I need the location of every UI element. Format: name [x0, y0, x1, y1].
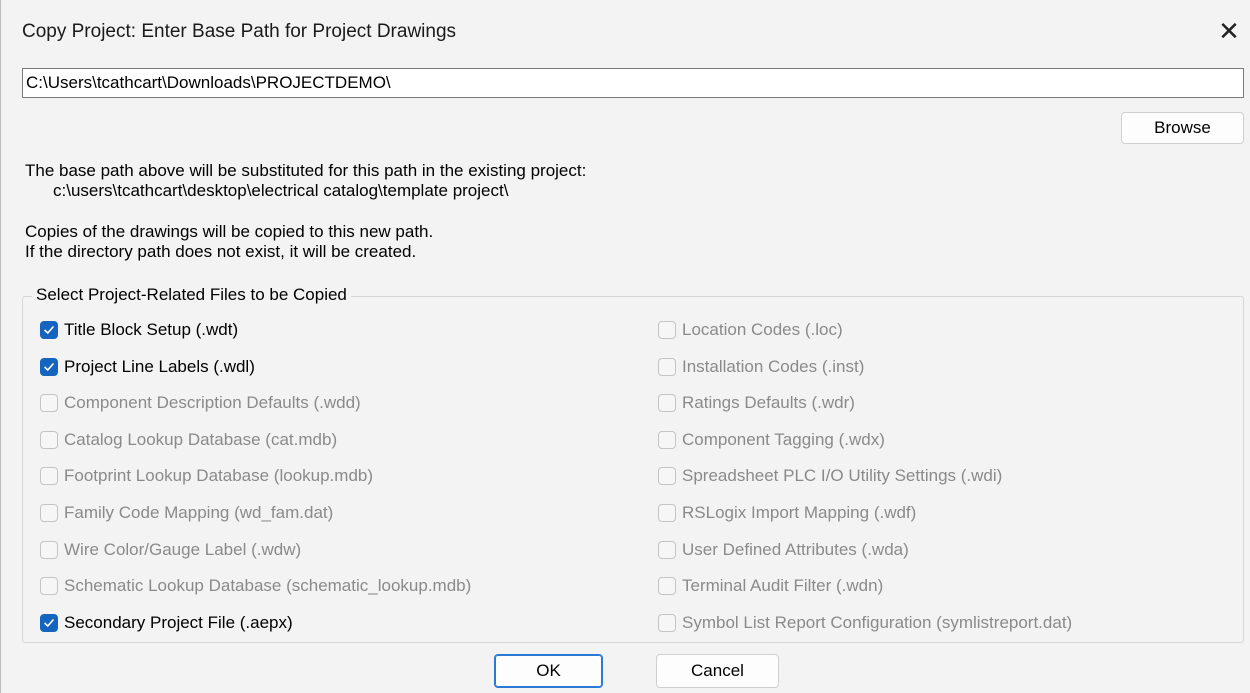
checkbox-unchecked-icon — [40, 467, 58, 485]
checkbox-label: Catalog Lookup Database (cat.mdb) — [64, 430, 338, 449]
checkbox-user-defined-attributes: User Defined Attributes (.wda) — [658, 538, 909, 562]
checkbox-unchecked-icon — [658, 467, 676, 485]
checkbox-checked-icon[interactable] — [40, 614, 58, 632]
base-path-input[interactable] — [22, 68, 1244, 98]
checkbox-symbol-list-report-configuration: Symbol List Report Configuration (symlis… — [658, 611, 1072, 635]
checkbox-unchecked-icon — [658, 431, 676, 449]
checkbox-unchecked-icon — [40, 577, 58, 595]
checkbox-wire-color-gauge-label: Wire Color/Gauge Label (.wdw) — [40, 538, 301, 562]
substitution-info-text: The base path above will be substituted … — [25, 161, 587, 180]
existing-project-path: c:\users\tcathcart\desktop\electrical ca… — [53, 181, 509, 200]
checkbox-family-code-mapping: Family Code Mapping (wd_fam.dat) — [40, 501, 333, 525]
checkbox-component-tagging: Component Tagging (.wdx) — [658, 428, 885, 452]
checkbox-label: Title Block Setup (.wdt) — [64, 320, 239, 339]
checkbox-label: Location Codes (.loc) — [682, 320, 843, 339]
checkbox-unchecked-icon — [658, 358, 676, 376]
dialog-title: Copy Project: Enter Base Path for Projec… — [22, 21, 457, 42]
checkbox-footprint-lookup-database: Footprint Lookup Database (lookup.mdb) — [40, 464, 373, 488]
checkbox-unchecked-icon — [40, 504, 58, 522]
checkbox-unchecked-icon — [658, 577, 676, 595]
checkbox-label: Schematic Lookup Database (schematic_loo… — [64, 576, 472, 595]
checkbox-label: Component Description Defaults (.wdd) — [64, 393, 361, 412]
checkbox-unchecked-icon — [658, 321, 676, 339]
checkbox-unchecked-icon — [658, 614, 676, 632]
browse-button[interactable]: Browse — [1121, 112, 1244, 144]
checkbox-project-line-labels[interactable]: Project Line Labels (.wdl) — [40, 355, 255, 379]
copy-project-dialog: Copy Project: Enter Base Path for Projec… — [0, 0, 1250, 693]
checkbox-unchecked-icon — [40, 431, 58, 449]
checkbox-unchecked-icon — [658, 394, 676, 412]
checkbox-label: Symbol List Report Configuration (symlis… — [682, 613, 1073, 632]
checkbox-location-codes: Location Codes (.loc) — [658, 318, 843, 342]
checkbox-label: Installation Codes (.inst) — [682, 357, 865, 376]
checkbox-unchecked-icon — [658, 541, 676, 559]
create-directory-info-text: If the directory path does not exist, it… — [25, 242, 417, 261]
checkbox-component-description-defaults: Component Description Defaults (.wdd) — [40, 391, 361, 415]
checkbox-label: Spreadsheet PLC I/O Utility Settings (.w… — [682, 466, 1003, 485]
checkbox-label: Footprint Lookup Database (lookup.mdb) — [64, 466, 374, 485]
checkbox-checked-icon[interactable] — [40, 321, 58, 339]
checkbox-terminal-audit-filter: Terminal Audit Filter (.wdn) — [658, 574, 883, 598]
close-icon[interactable]: ✕ — [1216, 16, 1242, 46]
checkbox-title-block-setup[interactable]: Title Block Setup (.wdt) — [40, 318, 238, 342]
checkbox-spreadsheet-plc-i-o-utility-settings: Spreadsheet PLC I/O Utility Settings (.w… — [658, 464, 1002, 488]
checkbox-label: Terminal Audit Filter (.wdn) — [682, 576, 884, 595]
cancel-button[interactable]: Cancel — [656, 654, 779, 688]
checkbox-label: User Defined Attributes (.wda) — [682, 540, 909, 559]
checkbox-label: Family Code Mapping (wd_fam.dat) — [64, 503, 334, 522]
checkbox-label: RSLogix Import Mapping (.wdf) — [682, 503, 917, 522]
checkbox-label: Ratings Defaults (.wdr) — [682, 393, 855, 412]
checkbox-unchecked-icon — [658, 504, 676, 522]
title-bar: Copy Project: Enter Base Path for Projec… — [1, 0, 1250, 62]
checkbox-label: Wire Color/Gauge Label (.wdw) — [64, 540, 302, 559]
files-to-copy-group-title: Select Project-Related Files to be Copie… — [32, 285, 351, 305]
checkbox-rslogix-import-mapping: RSLogix Import Mapping (.wdf) — [658, 501, 916, 525]
checkbox-label: Project Line Labels (.wdl) — [64, 357, 255, 376]
checkbox-ratings-defaults: Ratings Defaults (.wdr) — [658, 391, 855, 415]
checkbox-installation-codes: Installation Codes (.inst) — [658, 355, 864, 379]
checkbox-checked-icon[interactable] — [40, 358, 58, 376]
checkbox-secondary-project-file[interactable]: Secondary Project File (.aepx) — [40, 611, 293, 635]
checkbox-label: Component Tagging (.wdx) — [682, 430, 885, 449]
checkbox-schematic-lookup-database: Schematic Lookup Database (schematic_loo… — [40, 574, 471, 598]
checkbox-unchecked-icon — [40, 541, 58, 559]
checkbox-label: Secondary Project File (.aepx) — [64, 613, 293, 632]
checkbox-catalog-lookup-database: Catalog Lookup Database (cat.mdb) — [40, 428, 337, 452]
checkbox-unchecked-icon — [40, 394, 58, 412]
copy-info-text: Copies of the drawings will be copied to… — [25, 222, 434, 241]
ok-button[interactable]: OK — [494, 654, 603, 688]
